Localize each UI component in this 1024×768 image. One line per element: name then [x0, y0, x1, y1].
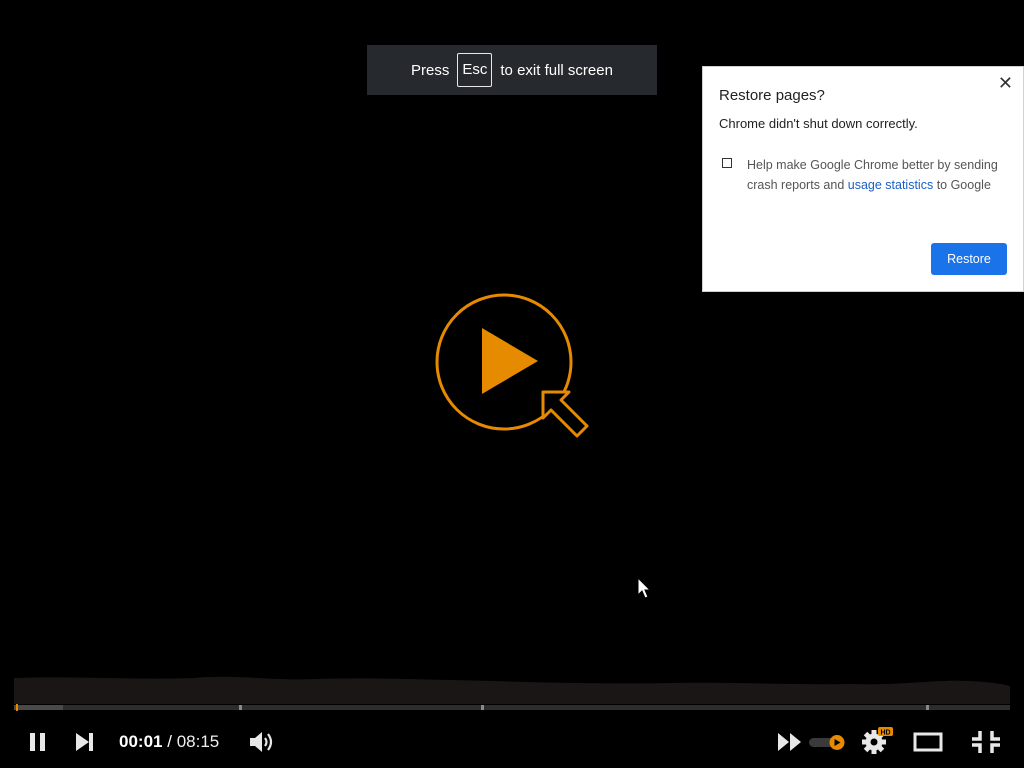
next-icon[interactable]	[74, 732, 96, 752]
dialog-title: Restore pages?	[719, 87, 825, 104]
exit-fullscreen-icon[interactable]	[971, 730, 1001, 754]
fullscreen-exit-notice: Press Esc to exit full screen	[367, 45, 657, 95]
crash-report-label: Help make Google Chrome better by sendin…	[747, 155, 1007, 195]
chapter-marker[interactable]	[481, 705, 485, 710]
crash-report-text-end: to Google	[933, 178, 991, 192]
autoplay-toggle[interactable]	[808, 733, 848, 751]
mouse-pointer-icon	[637, 577, 652, 599]
seek-bar[interactable]	[14, 704, 1010, 711]
audio-waveform	[14, 676, 1010, 704]
current-time: 00:01	[119, 732, 163, 751]
duration: 08:15	[176, 732, 220, 751]
big-play-icon[interactable]	[430, 288, 594, 442]
playhead[interactable]	[15, 704, 18, 711]
close-icon[interactable]: ✕	[998, 73, 1013, 93]
pause-icon[interactable]	[28, 732, 48, 752]
volume-icon[interactable]	[249, 730, 275, 754]
restore-button[interactable]: Restore	[931, 243, 1007, 275]
chapter-marker[interactable]	[239, 705, 243, 710]
notice-suffix: to exit full screen	[500, 61, 613, 79]
hd-badge: HD	[880, 729, 890, 736]
chapter-marker[interactable]	[926, 705, 930, 710]
settings-icon[interactable]: HD	[861, 727, 895, 755]
dialog-message: Chrome didn't shut down correctly.	[719, 116, 918, 131]
restore-pages-dialog: ✕ Restore pages? Chrome didn't shut down…	[702, 66, 1024, 292]
buffered-progress	[14, 705, 63, 710]
time-display: 00:01 / 08:15	[119, 732, 219, 752]
crash-report-checkbox[interactable]	[722, 158, 732, 168]
theater-mode-icon[interactable]	[913, 732, 943, 752]
esc-key-badge: Esc	[457, 53, 493, 87]
usage-statistics-link[interactable]: usage statistics	[848, 178, 933, 192]
notice-prefix: Press	[411, 61, 450, 79]
fast-forward-icon[interactable]	[777, 732, 803, 752]
time-separator: /	[167, 732, 172, 751]
